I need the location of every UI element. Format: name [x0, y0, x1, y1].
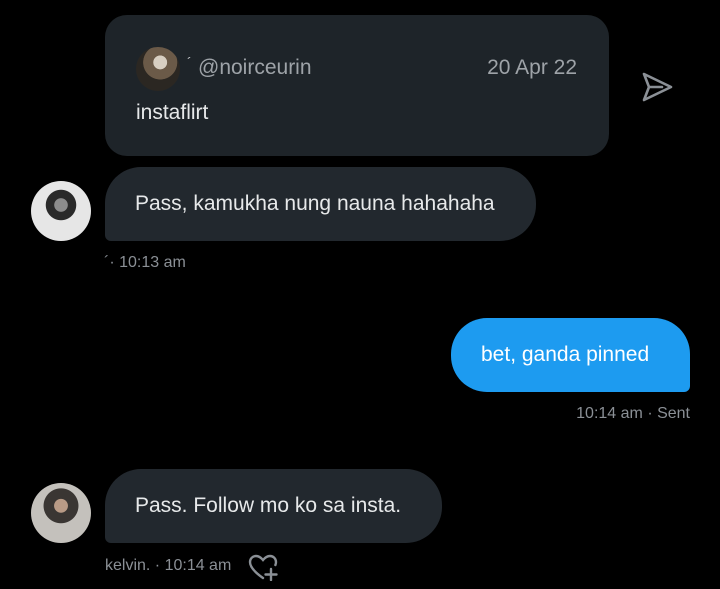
message-bubble-sent[interactable]: bet, ganda pinned: [451, 318, 690, 392]
message-meta: ´· 10:13 am: [104, 254, 186, 271]
heart-add-icon[interactable]: [247, 553, 279, 581]
message-bubble-received[interactable]: Pass, kamukha nung nauna hahahaha: [105, 167, 536, 241]
message-bubble-received[interactable]: Pass. Follow mo ko sa insta.: [105, 469, 442, 543]
quoted-tweet-handle[interactable]: @noirceurin: [198, 56, 312, 80]
quoted-tweet-date: 20 Apr 22: [487, 56, 577, 79]
quoted-tweet-badge: ´: [187, 54, 192, 70]
quoted-tweet-avatar[interactable]: [136, 47, 180, 91]
message-meta: 10:14 am · Sent: [576, 405, 690, 422]
share-send-icon[interactable]: [640, 70, 674, 104]
message-meta: kelvin. · 10:14 am: [105, 557, 232, 574]
dm-conversation: ´ @noirceurin 20 Apr 22 instaflirt Pass,…: [0, 0, 720, 589]
sender-avatar[interactable]: [31, 483, 91, 543]
sender-avatar[interactable]: [31, 181, 91, 241]
quoted-tweet-text: instaflirt: [136, 101, 209, 124]
quoted-tweet-card[interactable]: ´ @noirceurin 20 Apr 22 instaflirt: [105, 15, 609, 156]
